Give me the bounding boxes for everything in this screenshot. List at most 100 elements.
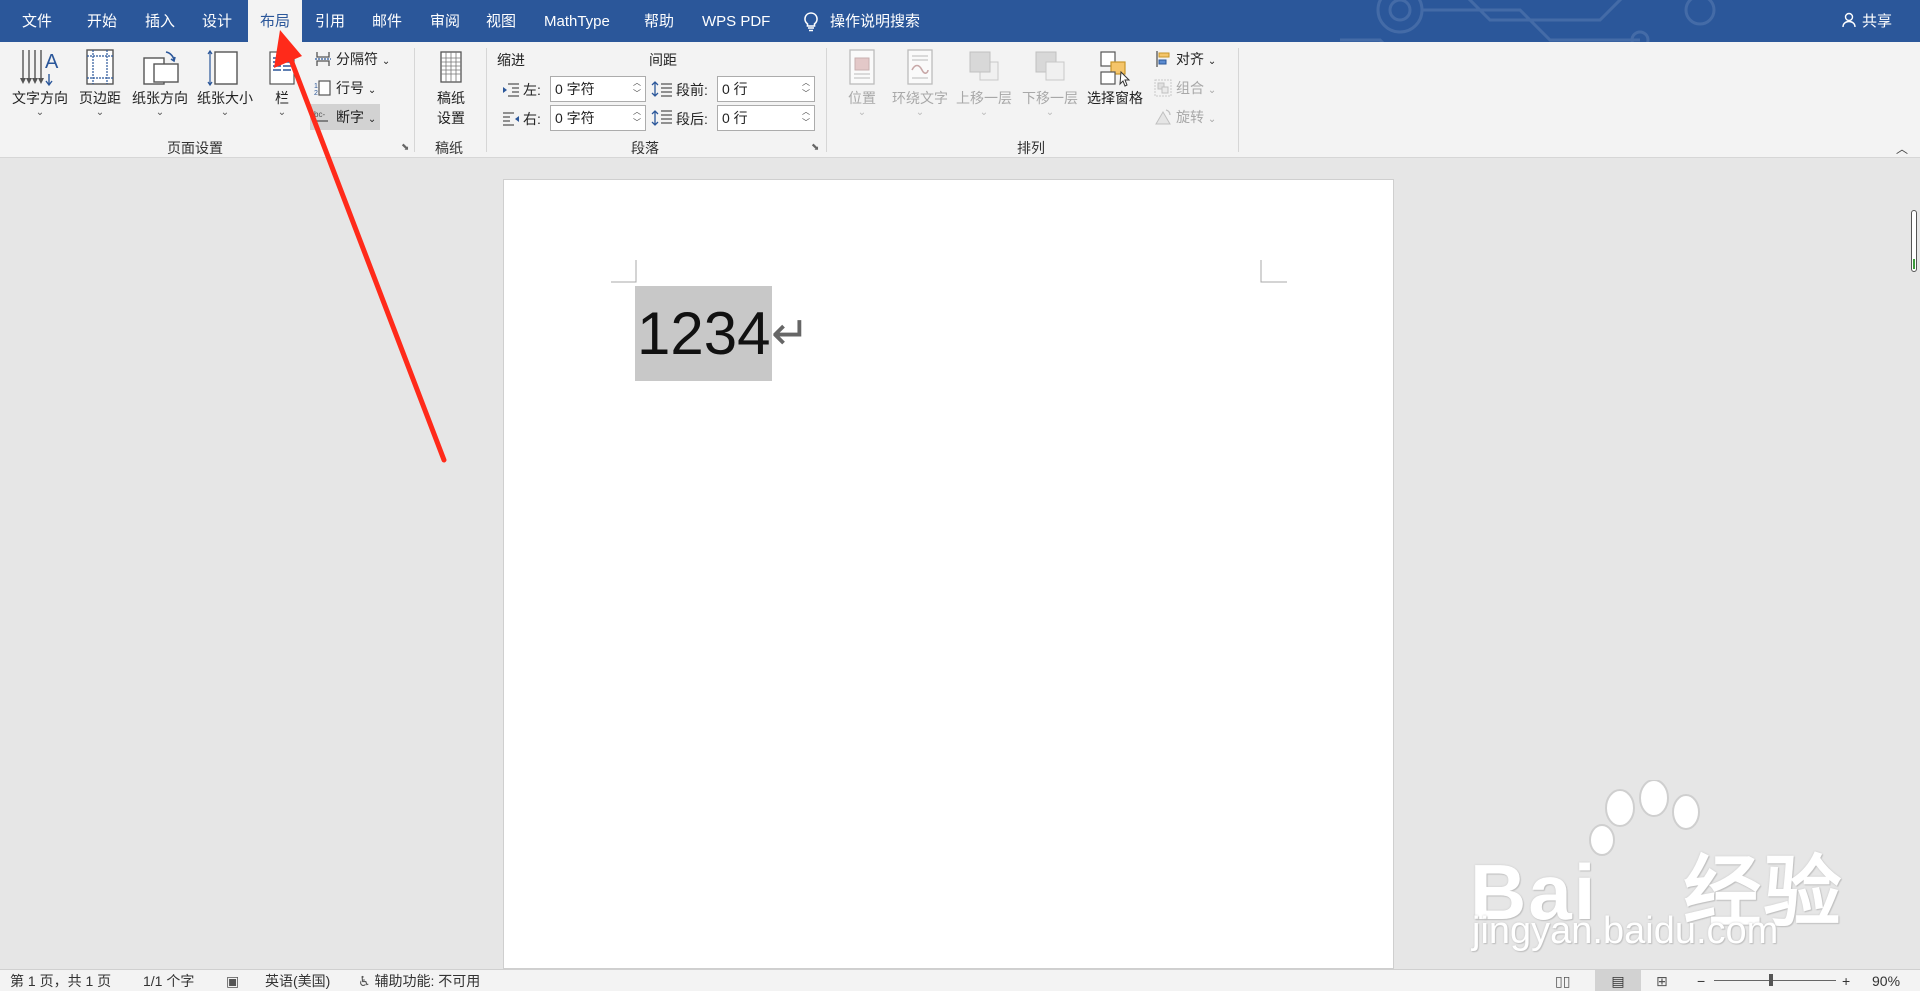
- spacing-before-icon: [651, 81, 672, 97]
- scrollbar-thumb[interactable]: [1911, 210, 1917, 272]
- tab-insert[interactable]: 插入: [133, 0, 187, 42]
- spacing-after-input[interactable]: 0 行 ︿ ﹀: [717, 105, 815, 131]
- tab-mailings[interactable]: 邮件: [360, 0, 414, 42]
- draft-paper-setup-button[interactable]: 稿纸 设置: [426, 48, 476, 128]
- bring-forward-label: 上移一层: [956, 90, 1012, 106]
- web-layout-icon[interactable]: ⊞: [1656, 970, 1668, 991]
- spacing-after-value: 0 行: [722, 110, 748, 126]
- zoom-in-button[interactable]: +: [1842, 970, 1850, 991]
- indent-header: 缩进: [497, 52, 525, 68]
- chevron-down-icon: ⌄: [367, 85, 377, 96]
- chevron-down-icon: ⌄: [277, 107, 287, 118]
- chevron-down-icon: ⌄: [1207, 56, 1217, 67]
- draft-paper-icon: [440, 51, 462, 83]
- tab-references[interactable]: 引用: [303, 0, 357, 42]
- word-count[interactable]: 1/1 个字: [143, 970, 194, 991]
- tab-help[interactable]: 帮助: [632, 0, 686, 42]
- spacing-after-icon: [651, 110, 672, 126]
- wrap-text-button[interactable]: 环绕文字 ⌄: [888, 48, 952, 118]
- tab-file[interactable]: 文件: [10, 0, 64, 42]
- tab-design[interactable]: 设计: [190, 0, 244, 42]
- tab-layout[interactable]: 布局: [248, 0, 303, 42]
- send-backward-label: 下移一层: [1022, 90, 1078, 106]
- line-numbers-icon: 1 2: [314, 80, 331, 97]
- chevron-down-icon: ⌄: [367, 114, 377, 125]
- spacing-before-value: 0 行: [722, 81, 748, 97]
- tab-review[interactable]: 审阅: [418, 0, 472, 42]
- send-backward-button[interactable]: 下移一层 ⌄: [1018, 48, 1082, 118]
- chevron-down-icon: ⌄: [1207, 85, 1217, 96]
- margins-button[interactable]: 页边距 ⌄: [76, 48, 124, 118]
- selection-pane-button[interactable]: 选择窗格: [1084, 48, 1146, 108]
- language[interactable]: 英语(美国): [265, 970, 330, 991]
- accessibility-status[interactable]: ♿ 辅助功能: 不可用: [358, 970, 480, 991]
- svg-text:2: 2: [314, 90, 318, 97]
- svg-text:1: 1: [314, 83, 318, 90]
- ribbon: A 文字方向 ⌄ 页边距 ⌄ 纸张方向 ⌄ 纸张大小 ⌄ 栏 ⌄ 分隔符 ⌄ 1…: [0, 42, 1920, 158]
- hyphenation-label: 断字: [336, 109, 364, 125]
- page-count[interactable]: 第 1 页，共 1 页: [10, 970, 111, 991]
- draft-group-label: 稿纸: [435, 140, 463, 156]
- selected-text[interactable]: 1234: [635, 286, 773, 381]
- page-setup-dialog-launcher[interactable]: ⬊: [401, 142, 409, 153]
- zoom-out-button[interactable]: −: [1697, 970, 1705, 991]
- zoom-slider-thumb[interactable]: [1769, 974, 1773, 986]
- orientation-label: 纸张方向: [132, 90, 188, 106]
- bring-forward-icon: [969, 51, 999, 81]
- zoom-slider[interactable]: [1714, 974, 1836, 986]
- indent-right-icon: [503, 112, 519, 126]
- indent-left-label: 左:: [523, 82, 541, 98]
- hyphenation-button[interactable]: bc- 断字 ⌄: [310, 104, 381, 130]
- text-direction-button[interactable]: A 文字方向 ⌄: [8, 48, 72, 118]
- paragraph-group-label: 段落: [631, 140, 659, 156]
- spacing-before-input[interactable]: 0 行 ︿ ﹀: [717, 76, 815, 102]
- columns-button[interactable]: 栏 ⌄: [262, 48, 302, 118]
- line-numbers-button[interactable]: 1 2 行号 ⌄: [310, 75, 380, 101]
- proofing-icon[interactable]: ▣: [226, 970, 239, 991]
- page-size-icon: [207, 49, 238, 87]
- indent-left-input[interactable]: 0 字符 ︿ ﹀: [550, 76, 646, 102]
- position-button[interactable]: 位置 ⌄: [838, 48, 886, 118]
- breaks-button[interactable]: 分隔符 ⌄: [310, 46, 394, 72]
- page-setup-group-label: 页面设置: [167, 140, 223, 156]
- vertical-scrollbar[interactable]: [1902, 158, 1920, 968]
- paragraph-dialog-launcher[interactable]: ⬊: [811, 142, 819, 153]
- spin-arrows-icon[interactable]: ︿ ﹀: [798, 77, 814, 101]
- orientation-icon: [143, 51, 179, 85]
- print-layout-icon[interactable]: ▤: [1595, 970, 1641, 991]
- indent-right-input[interactable]: 0 字符 ︿ ﹀: [550, 105, 646, 131]
- hyphenation-icon: bc-: [314, 110, 328, 122]
- spacing-before-label: 段前:: [676, 82, 708, 98]
- rotate-icon: [1155, 109, 1171, 125]
- read-mode-icon[interactable]: ▯▯: [1555, 970, 1570, 991]
- svg-text:bc-: bc-: [314, 110, 325, 119]
- tab-home[interactable]: 开始: [75, 0, 129, 42]
- tell-me-search[interactable]: 操作说明搜索: [790, 0, 932, 42]
- spin-arrows-icon[interactable]: ︿ ﹀: [798, 106, 814, 130]
- selection-pane-label: 选择窗格: [1087, 90, 1143, 106]
- document-paragraph[interactable]: 1234 ↵: [635, 286, 810, 381]
- spin-arrows-icon[interactable]: ︿ ﹀: [629, 106, 645, 130]
- size-label: 纸张大小: [197, 90, 253, 106]
- person-icon: [1842, 12, 1856, 28]
- margin-corner-top-right: [1260, 260, 1287, 283]
- align-button[interactable]: 对齐 ⌄: [1150, 46, 1220, 72]
- tab-view[interactable]: 视图: [474, 0, 528, 42]
- group-separator: [414, 48, 415, 152]
- tell-me-label: 操作说明搜索: [830, 13, 921, 30]
- orientation-button[interactable]: 纸张方向 ⌄: [128, 48, 192, 118]
- tab-mathtype[interactable]: MathType: [532, 0, 622, 42]
- chevron-down-icon: ⌄: [381, 56, 391, 67]
- bring-forward-button[interactable]: 上移一层 ⌄: [952, 48, 1016, 118]
- margins-label: 页边距: [79, 90, 121, 106]
- rotate-button[interactable]: 旋转 ⌄: [1150, 104, 1220, 130]
- tab-wps-pdf[interactable]: WPS PDF: [690, 0, 782, 42]
- share-button[interactable]: 共享: [1842, 0, 1892, 42]
- group-objects-label: 组合: [1176, 80, 1204, 96]
- collapse-ribbon-icon[interactable]: ︿: [1896, 140, 1908, 157]
- spin-arrows-icon[interactable]: ︿ ﹀: [629, 77, 645, 101]
- size-button[interactable]: 纸张大小 ⌄: [193, 48, 257, 118]
- chevron-down-icon: ⌄: [155, 107, 165, 118]
- group-objects-button[interactable]: 组合 ⌄: [1150, 75, 1220, 101]
- zoom-level[interactable]: 90%: [1872, 970, 1900, 991]
